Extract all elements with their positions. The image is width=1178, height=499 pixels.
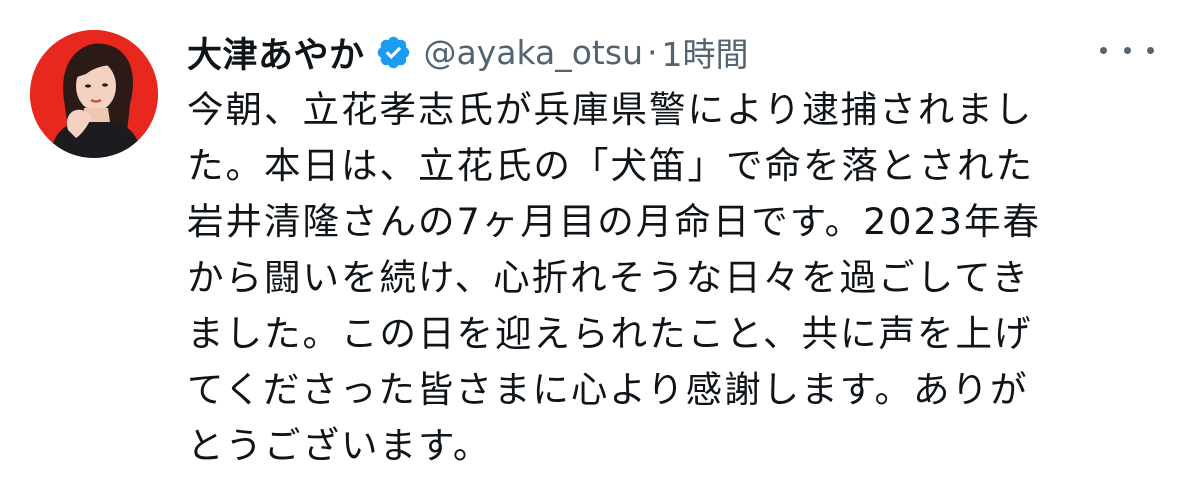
more-options-icon[interactable] [1100, 38, 1154, 62]
tweet-text-line: とうございます。 [187, 424, 492, 467]
author-handle[interactable]: @ayaka_otsu [424, 33, 643, 72]
tweet-text-line: 岩井清隆さんの7ヶ月目の月命日です。2023年春 [187, 200, 1041, 243]
header-separator: · [646, 32, 658, 72]
tweet-header: 大津あやか @ayaka_otsu · 1時間 [187, 28, 748, 76]
timestamp[interactable]: 1時間 [661, 28, 748, 76]
tweet-text-line: 今朝、立花孝志氏が兵庫県警により逮捕されまし [187, 88, 1034, 131]
verified-badge-icon [375, 34, 412, 71]
tweet-text-line: た。本日は、立花氏の「犬笛」で命を落とされた [187, 144, 1034, 187]
avatar[interactable] [30, 30, 158, 158]
tweet-text-line: から闘いを続け、心折れそうな日々を過ごしてき [187, 256, 1030, 299]
tweet-text-line: ました。この日を迎えられたこと、共に声を上げ [187, 312, 1033, 355]
author-name[interactable]: 大津あやか [187, 27, 365, 78]
avatar-photo [30, 30, 158, 158]
tweet-text: 今朝、立花孝志氏が兵庫県警により逮捕されまし た。本日は、立花氏の「犬笛」で命を… [187, 82, 1127, 474]
more-dot [1123, 46, 1131, 54]
more-dot [1100, 46, 1107, 54]
tweet-text-line: てくださった皆さまに心より感謝します。ありが [187, 368, 1029, 411]
more-dot [1147, 46, 1154, 54]
